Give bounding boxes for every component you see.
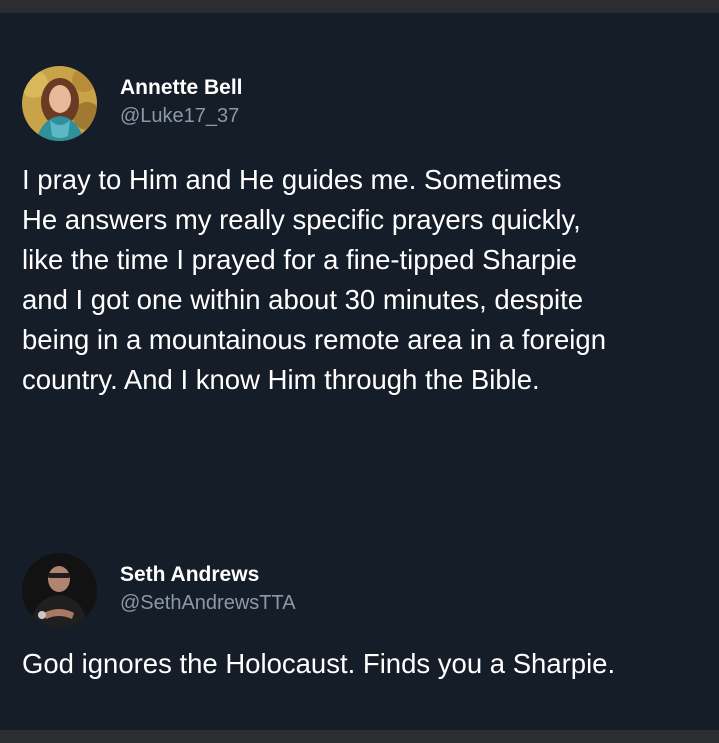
- tweet-text-line: like the time I prayed for a fine-tipped…: [22, 244, 577, 275]
- tweet-text-line: God ignores the Holocaust. Finds you a S…: [22, 648, 616, 679]
- avatar[interactable]: [22, 553, 97, 628]
- avatar[interactable]: [22, 66, 97, 141]
- tweet-text-line: He answers my really specific prayers qu…: [22, 204, 581, 235]
- profile-photo-man-icon: [22, 553, 97, 628]
- author-name[interactable]: Seth Andrews: [120, 563, 259, 587]
- top-frame-bar: [0, 0, 719, 13]
- tweet-text-line: being in a mountainous remote area in a …: [22, 324, 606, 355]
- tweet-text-line: I pray to Him and He guides me. Sometime…: [22, 164, 562, 195]
- tweet-text-line: and I got one within about 30 minutes, d…: [22, 284, 584, 315]
- tweet-text-line: country. And I know Him through the Bibl…: [22, 364, 540, 395]
- tweet-text: I pray to Him and He guides me. Sometime…: [22, 160, 702, 400]
- tweet-text: God ignores the Holocaust. Finds you a S…: [22, 644, 702, 684]
- author-handle[interactable]: @Luke17_37: [120, 105, 239, 128]
- bottom-frame-bar: [0, 730, 719, 743]
- author-name[interactable]: Annette Bell: [120, 76, 243, 100]
- profile-photo-woman-icon: [22, 66, 97, 141]
- author-handle[interactable]: @SethAndrewsTTA: [120, 592, 296, 615]
